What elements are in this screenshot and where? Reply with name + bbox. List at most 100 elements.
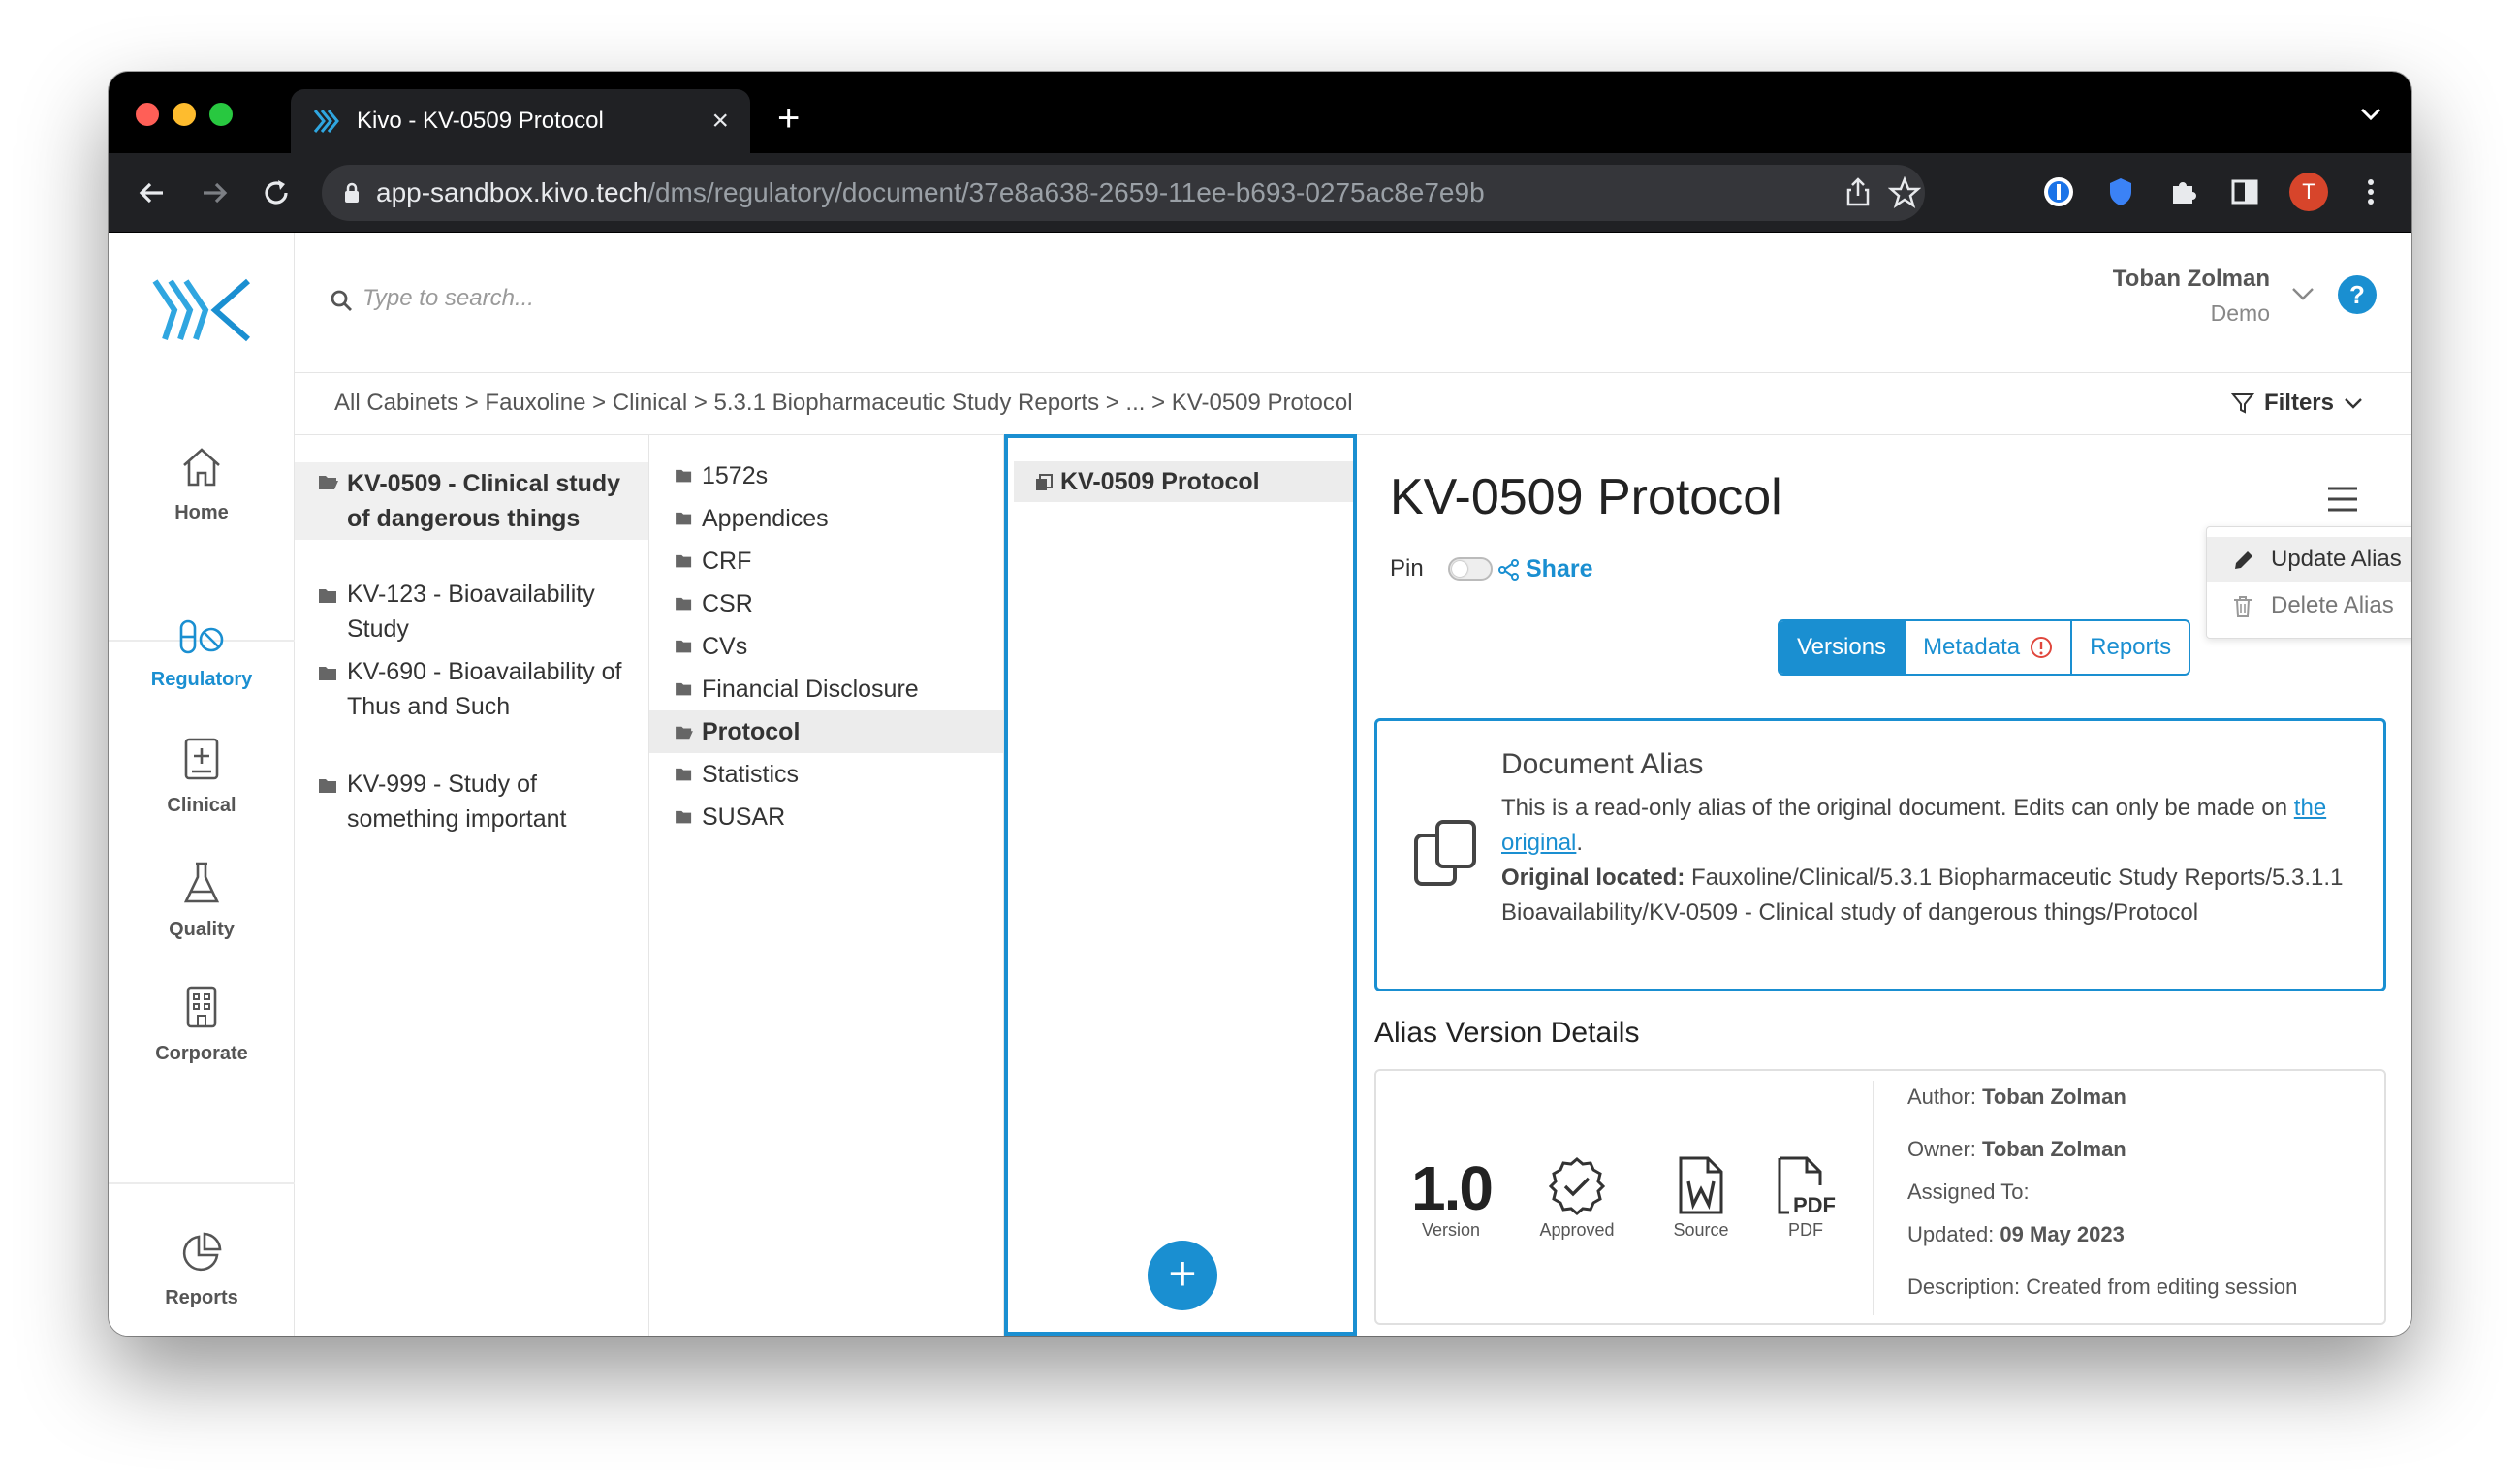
bookmark-star-icon[interactable] — [1888, 176, 1921, 209]
password-manager-icon[interactable] — [2041, 174, 2076, 209]
sidebar-item-reports[interactable]: Reports — [109, 1231, 295, 1309]
sidebar-item-label: Home — [174, 502, 229, 523]
folder-item[interactable]: CVs — [649, 625, 1003, 668]
delete-alias-menu-item[interactable]: Delete Alias — [2207, 583, 2411, 628]
folder-item[interactable]: Financial Disclosure — [649, 668, 1003, 710]
breadcrumb-path[interactable]: All Cabinets > Fauxoline > Clinical > 5.… — [334, 390, 1353, 416]
version-caption: Version — [1421, 1220, 1481, 1240]
alias-context-menu: Update Alias Delete Alias — [2206, 526, 2411, 639]
share-page-icon[interactable] — [1845, 176, 1871, 207]
tab-versions[interactable]: Versions — [1780, 621, 1905, 674]
folder-icon — [676, 469, 692, 483]
reload-icon[interactable] — [260, 176, 293, 209]
document-detail: KV-0509 Protocol Pin Share Update Alias … — [1357, 435, 2411, 1336]
list-item[interactable]: KV-999 - Study of something important — [295, 767, 648, 836]
list-item[interactable]: KV-0509 - Clinical study of dangerous th… — [295, 462, 648, 540]
tab-label: Metadata — [1923, 634, 2021, 660]
warning-circle-icon — [2031, 637, 2053, 658]
close-window-button[interactable] — [136, 103, 159, 126]
filters-label: Filters — [2263, 390, 2334, 416]
share-label: Share — [1526, 555, 1593, 582]
browser-tab[interactable]: Kivo - KV-0509 Protocol × — [291, 89, 750, 153]
folder-icon — [319, 589, 336, 603]
tab-search-chevron-icon[interactable] — [2359, 107, 2382, 122]
share-button[interactable]: Share — [1498, 555, 1592, 583]
folder-icon — [319, 779, 336, 793]
approved-badge-icon[interactable] — [1547, 1156, 1607, 1216]
sidebar-item-regulatory[interactable]: Regulatory — [109, 618, 295, 691]
folder-icon — [676, 682, 692, 696]
document-item[interactable]: KV-0509 Protocol — [1014, 461, 1353, 502]
home-icon — [183, 448, 220, 487]
hamburger-menu-icon[interactable] — [2326, 486, 2359, 513]
sidebar-item-label: Clinical — [167, 795, 236, 816]
help-button[interactable]: ? — [2338, 275, 2377, 314]
version-section-title: Alias Version Details — [1374, 1017, 1640, 1049]
browser-toolbar: app-sandbox.kivo.tech/dms/regulatory/doc… — [109, 153, 2411, 233]
tab-metadata[interactable]: Metadata — [1904, 621, 2070, 674]
folder-icon — [676, 768, 692, 781]
folder-item[interactable]: Statistics — [649, 753, 1003, 796]
alias-document-icon — [1036, 474, 1053, 490]
new-tab-button[interactable]: + — [777, 99, 800, 138]
word-file-icon[interactable] — [1677, 1154, 1725, 1216]
shield-extension-icon[interactable] — [2103, 174, 2138, 209]
description-label: Description: — [1907, 1274, 2021, 1299]
add-document-button[interactable]: + — [1148, 1241, 1217, 1310]
browser-window: Kivo - KV-0509 Protocol × + app-sandbox.… — [109, 72, 2411, 1336]
divider — [1873, 1081, 1874, 1315]
address-bar[interactable]: app-sandbox.kivo.tech/dms/regulatory/doc… — [322, 165, 1925, 221]
folder-item[interactable]: 1572s — [649, 455, 1003, 497]
pin-toggle[interactable] — [1448, 557, 1493, 581]
browser-menu-icon[interactable] — [2353, 174, 2388, 209]
page-title: KV-0509 Protocol — [1390, 469, 1782, 525]
profile-avatar[interactable]: T — [2289, 173, 2328, 211]
assigned-line: Assigned To: — [1907, 1180, 2030, 1205]
close-tab-icon[interactable]: × — [711, 105, 729, 138]
folder-label: SUSAR — [702, 803, 786, 831]
copy-icon — [1414, 820, 1476, 886]
lock-icon — [345, 182, 359, 203]
filters-button[interactable]: Filters — [2221, 373, 2373, 433]
update-alias-menu-item[interactable]: Update Alias — [2207, 537, 2411, 582]
minimize-window-button[interactable] — [173, 103, 196, 126]
folder-open-icon — [319, 476, 338, 489]
chevron-down-icon[interactable] — [2291, 287, 2315, 300]
pills-icon — [179, 619, 224, 654]
url-text: app-sandbox.kivo.tech/dms/regulatory/doc… — [376, 177, 1485, 208]
alias-description: This is a read-only alias of the origina… — [1501, 791, 2374, 930]
study-label: KV-999 - Study of something important — [347, 771, 567, 833]
kivo-logo-icon[interactable] — [151, 275, 252, 345]
pdf-file-icon[interactable]: PDF — [1776, 1154, 1836, 1216]
maximize-window-button[interactable] — [209, 103, 233, 126]
list-item[interactable]: KV-690 - Bioavailability of Thus and Suc… — [295, 654, 648, 724]
assigned-label: Assigned To: — [1907, 1180, 2030, 1204]
folder-icon — [319, 667, 336, 680]
back-icon[interactable] — [136, 176, 169, 209]
folder-item[interactable]: CRF — [649, 540, 1003, 582]
tab-reports[interactable]: Reports — [2070, 621, 2189, 674]
updated-line: Updated: 09 May 2023 — [1907, 1222, 2125, 1247]
building-icon — [186, 986, 217, 1028]
sidebar-item-corporate[interactable]: Corporate — [109, 985, 295, 1065]
app-header: Toban Zolman Demo ? — [295, 233, 2411, 373]
folder-item[interactable]: Protocol — [649, 710, 1003, 753]
share-icon — [1498, 558, 1519, 581]
sidebar-item-quality[interactable]: Quality — [109, 861, 295, 941]
list-item[interactable]: KV-123 - Bioavailability Study — [295, 577, 648, 646]
folder-item[interactable]: SUSAR — [649, 796, 1003, 838]
folder-icon — [676, 597, 692, 611]
filter-funnel-icon — [2230, 393, 2254, 414]
extensions-puzzle-icon[interactable] — [2165, 174, 2200, 209]
sidebar-item-home[interactable]: Home — [109, 446, 295, 524]
pin-label: Pin — [1390, 555, 1424, 582]
folder-item[interactable]: CSR — [649, 582, 1003, 625]
user-name[interactable]: Toban Zolman — [2113, 266, 2270, 293]
sidebar-item-clinical[interactable]: Clinical — [109, 737, 295, 817]
folder-label: Protocol — [702, 718, 801, 745]
search-input[interactable] — [362, 279, 944, 318]
side-panel-icon[interactable] — [2227, 174, 2262, 209]
sidebar-item-label: Corporate — [155, 1043, 248, 1064]
forward-icon[interactable] — [198, 176, 231, 209]
folder-item[interactable]: Appendices — [649, 497, 1003, 540]
